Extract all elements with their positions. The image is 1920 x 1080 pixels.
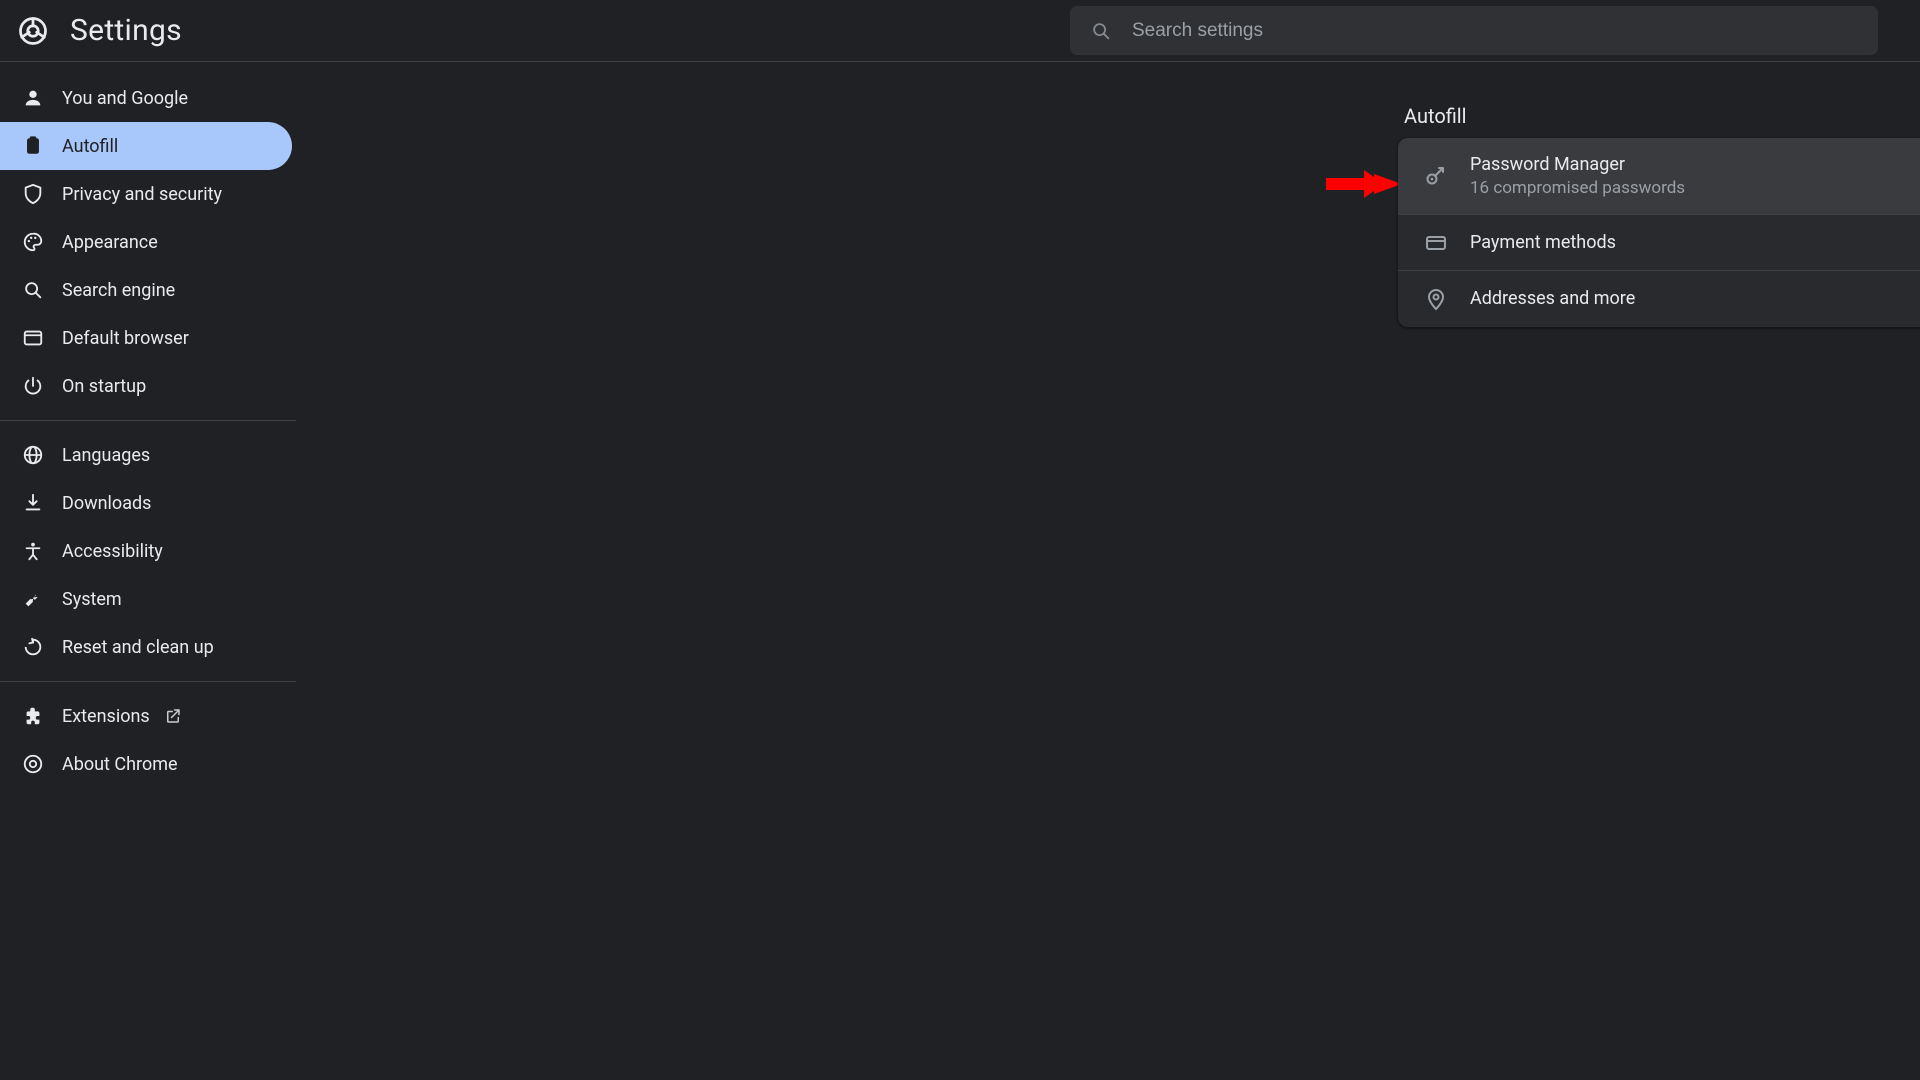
section-title: Autofill bbox=[1404, 104, 1467, 128]
body: You and Google Autofill Privacy and secu… bbox=[0, 62, 1920, 1080]
main-content: Autofill Password Manager 16 compromised… bbox=[296, 62, 1920, 1080]
power-icon bbox=[22, 375, 62, 397]
sidebar-item-about-chrome[interactable]: About Chrome bbox=[0, 740, 296, 788]
download-icon bbox=[22, 492, 62, 514]
sidebar: You and Google Autofill Privacy and secu… bbox=[0, 62, 296, 1080]
sidebar-item-downloads[interactable]: Downloads bbox=[0, 479, 296, 527]
sidebar-item-languages[interactable]: Languages bbox=[0, 431, 296, 479]
sidebar-item-label: Downloads bbox=[62, 493, 151, 514]
key-icon bbox=[1424, 165, 1470, 189]
sidebar-divider bbox=[0, 681, 296, 682]
sidebar-item-label: On startup bbox=[62, 376, 146, 397]
sidebar-item-label: About Chrome bbox=[62, 754, 178, 775]
search-icon bbox=[22, 279, 62, 301]
sidebar-item-label: Autofill bbox=[62, 136, 118, 157]
browser-window-icon bbox=[22, 327, 62, 349]
sidebar-item-label: You and Google bbox=[62, 88, 188, 109]
sidebar-item-label: Extensions bbox=[62, 706, 150, 727]
clipboard-icon bbox=[22, 135, 62, 157]
app-header: Settings bbox=[0, 0, 1920, 62]
sidebar-item-on-startup[interactable]: On startup bbox=[0, 362, 296, 410]
sidebar-item-autofill[interactable]: Autofill bbox=[0, 122, 292, 170]
chrome-logo-icon bbox=[18, 16, 48, 46]
sidebar-item-label: Languages bbox=[62, 445, 150, 466]
search-input[interactable] bbox=[1132, 20, 1858, 42]
page-title: Settings bbox=[70, 13, 182, 48]
row-title: Addresses and more bbox=[1470, 287, 1920, 311]
sidebar-divider bbox=[0, 420, 296, 421]
credit-card-icon bbox=[1424, 231, 1470, 255]
sidebar-item-label: Reset and clean up bbox=[62, 637, 214, 658]
sidebar-item-system[interactable]: System bbox=[0, 575, 296, 623]
sidebar-item-label: Search engine bbox=[62, 280, 175, 301]
row-addresses[interactable]: Addresses and more bbox=[1398, 271, 1920, 327]
annotation-arrow-icon bbox=[1324, 166, 1404, 202]
sidebar-item-reset[interactable]: Reset and clean up bbox=[0, 623, 296, 671]
search-icon bbox=[1090, 20, 1112, 42]
row-payment-methods[interactable]: Payment methods bbox=[1398, 215, 1920, 271]
palette-icon bbox=[22, 231, 62, 253]
sidebar-item-label: Appearance bbox=[62, 232, 158, 253]
search-box[interactable] bbox=[1070, 6, 1878, 55]
sidebar-item-label: Default browser bbox=[62, 328, 189, 349]
row-password-manager[interactable]: Password Manager 16 compromised password… bbox=[1398, 138, 1920, 215]
row-title: Password Manager bbox=[1470, 153, 1920, 177]
wrench-icon bbox=[22, 588, 62, 610]
sidebar-item-default-browser[interactable]: Default browser bbox=[0, 314, 296, 362]
row-title: Payment methods bbox=[1470, 231, 1920, 255]
sidebar-item-search-engine[interactable]: Search engine bbox=[0, 266, 296, 314]
person-icon bbox=[22, 87, 62, 109]
globe-icon bbox=[22, 444, 62, 466]
sidebar-item-accessibility[interactable]: Accessibility bbox=[0, 527, 296, 575]
sidebar-item-appearance[interactable]: Appearance bbox=[0, 218, 296, 266]
sidebar-item-label: System bbox=[62, 589, 122, 610]
location-icon bbox=[1424, 287, 1470, 311]
autofill-card: Password Manager 16 compromised password… bbox=[1398, 138, 1920, 327]
sidebar-item-label: Accessibility bbox=[62, 541, 163, 562]
row-subtitle: 16 compromised passwords bbox=[1470, 177, 1920, 200]
restore-icon bbox=[22, 636, 62, 658]
sidebar-item-privacy-and-security[interactable]: Privacy and security bbox=[0, 170, 296, 218]
extension-icon bbox=[22, 705, 62, 727]
accessibility-icon bbox=[22, 540, 62, 562]
sidebar-item-label: Privacy and security bbox=[62, 184, 222, 205]
sidebar-item-you-and-google[interactable]: You and Google bbox=[0, 74, 296, 122]
chrome-icon bbox=[22, 753, 62, 775]
sidebar-item-extensions[interactable]: Extensions bbox=[0, 692, 296, 740]
shield-icon bbox=[22, 183, 62, 205]
open-in-new-icon bbox=[164, 707, 182, 725]
